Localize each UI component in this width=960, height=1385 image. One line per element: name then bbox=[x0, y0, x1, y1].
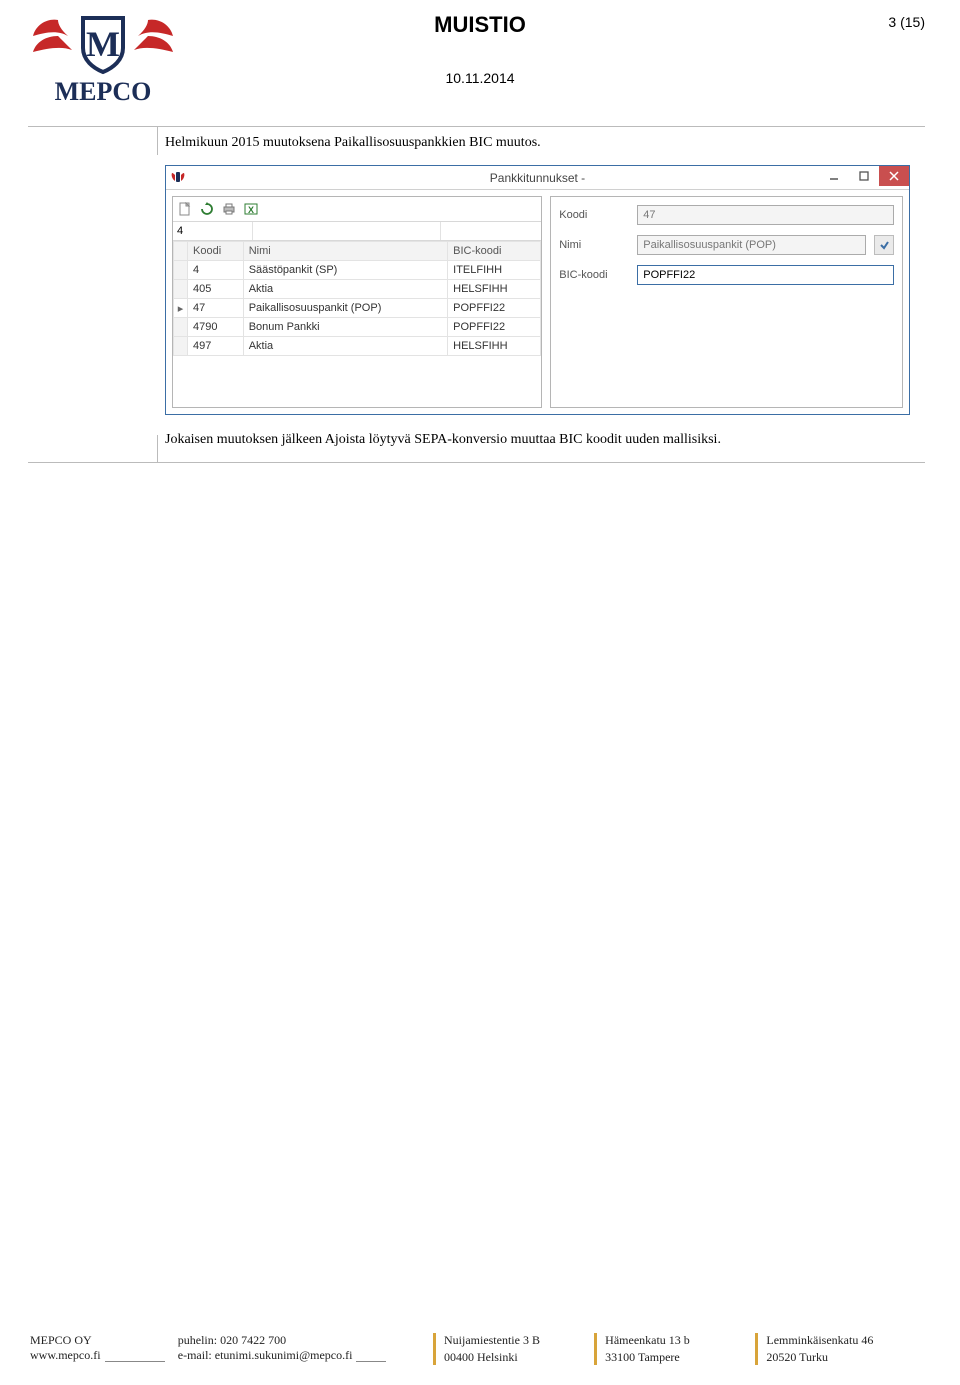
window-minimize-button[interactable] bbox=[819, 166, 849, 186]
footer-email: etunimi.sukunimi@mepco.fi bbox=[215, 1348, 353, 1362]
table-row[interactable]: 497AktiaHELSFIHH bbox=[174, 337, 541, 356]
label-koodi: Koodi bbox=[559, 209, 629, 221]
svg-text:X: X bbox=[248, 205, 254, 215]
refresh-icon[interactable] bbox=[199, 201, 215, 217]
footer-phone: 020 7422 700 bbox=[220, 1333, 286, 1347]
search-input-nimi[interactable] bbox=[253, 222, 441, 240]
footer-addr1-line2: 00400 Helsinki bbox=[444, 1350, 584, 1365]
page-number: 3 (15) bbox=[888, 14, 925, 30]
footer-company: MEPCO OY bbox=[30, 1333, 178, 1348]
body-intro-text: Helmikuun 2015 muutoksena Paikallisosuus… bbox=[165, 135, 910, 151]
window-close-button[interactable] bbox=[879, 166, 909, 186]
data-grid[interactable]: Koodi Nimi BIC-koodi 4Säästöpankit (SP)I… bbox=[173, 241, 541, 356]
column-header-bic[interactable]: BIC-koodi bbox=[448, 242, 541, 261]
window-titlebar: Pankkitunnukset - bbox=[166, 166, 909, 190]
footer-addr2-line2: 33100 Tampere bbox=[605, 1350, 745, 1365]
field-bic[interactable] bbox=[637, 265, 894, 285]
section-rule-bottom bbox=[28, 462, 925, 463]
footer-addr3-line2: 20520 Turku bbox=[766, 1350, 920, 1365]
footer-addr3-line1: Lemminkäisenkatu 46 bbox=[766, 1333, 920, 1348]
table-row[interactable]: ▸47Paikallisosuuspankit (POP)POPFFI22 bbox=[174, 299, 541, 318]
print-icon[interactable] bbox=[221, 201, 237, 217]
grid-toolbar: X bbox=[173, 197, 541, 222]
field-nimi[interactable] bbox=[637, 235, 866, 255]
column-header-nimi[interactable]: Nimi bbox=[243, 242, 447, 261]
page-footer: MEPCO OY www.mepco.fi puhelin: 020 7422 … bbox=[30, 1333, 930, 1365]
footer-addr2-line1: Hämeenkatu 13 b bbox=[605, 1333, 745, 1348]
excel-icon[interactable]: X bbox=[243, 201, 259, 217]
document-date: 10.11.2014 bbox=[0, 70, 960, 86]
label-nimi: Nimi bbox=[559, 239, 629, 251]
footer-website: www.mepco.fi bbox=[30, 1348, 101, 1362]
app-icon bbox=[170, 169, 186, 193]
table-row[interactable]: 4Säästöpankit (SP)ITELFIHH bbox=[174, 261, 541, 280]
body-outro-text: Jokaisen muutoksen jälkeen Ajoista löyty… bbox=[165, 432, 910, 448]
detail-pane: Koodi Nimi BIC-koodi bbox=[550, 196, 903, 408]
lookup-button[interactable] bbox=[874, 235, 894, 255]
table-row[interactable]: 4790Bonum PankkiPOPFFI22 bbox=[174, 318, 541, 337]
column-header-koodi[interactable]: Koodi bbox=[188, 242, 244, 261]
new-icon[interactable] bbox=[177, 201, 193, 217]
window-maximize-button[interactable] bbox=[849, 166, 879, 186]
grid-pane: X Koodi Nimi BIC-koodi 4Säästöpankit (SP… bbox=[172, 196, 542, 408]
field-koodi[interactable] bbox=[637, 205, 894, 225]
document-title: MUISTIO bbox=[0, 12, 960, 38]
app-window: Pankkitunnukset - X bbox=[165, 165, 910, 415]
window-title-text: Pankkitunnukset - bbox=[490, 171, 585, 185]
label-bic: BIC-koodi bbox=[559, 269, 629, 281]
search-input-bic[interactable] bbox=[441, 222, 541, 240]
search-input-koodi[interactable] bbox=[173, 222, 253, 240]
section-rule-top bbox=[28, 126, 925, 127]
footer-addr1-line1: Nuijamiestentie 3 B bbox=[444, 1333, 584, 1348]
table-row[interactable]: 405AktiaHELSFIHH bbox=[174, 280, 541, 299]
